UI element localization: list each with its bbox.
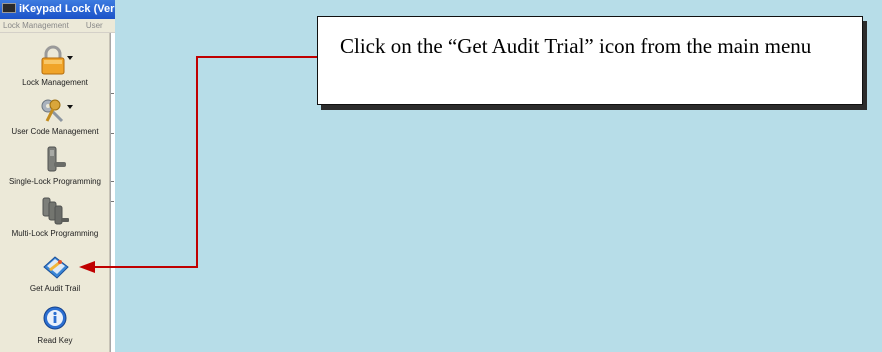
sidebar-item-label: User Code Management [11, 127, 99, 136]
sidebar-item-get-audit-trail[interactable]: Get Audit Trail [0, 251, 110, 301]
sidebar-item-lock-management[interactable]: Lock Management [0, 45, 110, 95]
instruction-callout: Click on the “Get Audit Trial” icon from… [317, 16, 863, 105]
sidebar-item-multi-lock-programming[interactable]: Multi-Lock Programming [0, 196, 110, 246]
menubar: Lock Management User [0, 19, 115, 33]
multi-lock-icon [0, 196, 110, 228]
sidebar-item-single-lock-programming[interactable]: Single-Lock Programming [0, 144, 110, 194]
menu-user[interactable]: User [86, 21, 103, 30]
sidebar-item-label: Multi-Lock Programming [11, 229, 99, 238]
sidebar-item-label: Read Key [37, 336, 73, 345]
sidebar-splitter[interactable] [110, 33, 115, 352]
info-icon [0, 303, 110, 335]
sidebar-item-user-code-management[interactable]: User Code Management [0, 94, 110, 144]
callout-text: Click on the “Get Audit Trial” icon from… [340, 34, 812, 58]
splitter-tick [111, 93, 114, 94]
window-title: iKeypad Lock (Ver [19, 3, 115, 15]
sidebar-item-label: Single-Lock Programming [8, 177, 102, 186]
keys-icon [0, 94, 110, 126]
audit-trail-icon [0, 251, 110, 283]
sidebar-item-read-key[interactable]: Read Key [0, 303, 110, 352]
menu-lock-management[interactable]: Lock Management [3, 21, 69, 30]
splitter-tick [111, 181, 114, 182]
splitter-tick [111, 133, 114, 134]
single-lock-icon [0, 144, 110, 176]
sidebar: Lock Management User Code Management Sin… [0, 33, 110, 352]
padlock-icon [0, 45, 110, 77]
app-window: iKeypad Lock (Ver Lock Management User Lo… [0, 0, 115, 352]
app-icon [2, 3, 16, 13]
splitter-tick [111, 201, 114, 202]
sidebar-item-label: Get Audit Trail [29, 284, 81, 293]
window-titlebar: iKeypad Lock (Ver [0, 0, 115, 19]
sidebar-item-label: Lock Management [22, 78, 88, 87]
